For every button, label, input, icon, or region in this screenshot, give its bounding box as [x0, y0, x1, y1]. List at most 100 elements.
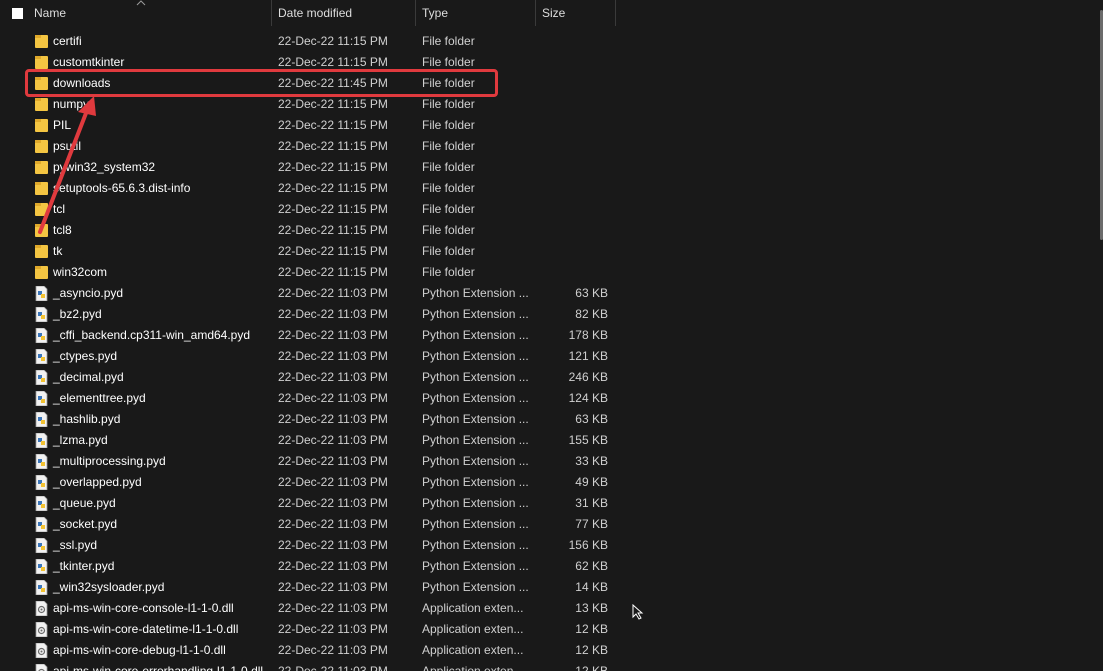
- file-type: Python Extension ...: [422, 475, 529, 489]
- column-divider[interactable]: [615, 0, 616, 26]
- file-name: _tkinter.pyd: [53, 559, 115, 573]
- file-row[interactable]: _lzma.pyd 22-Dec-22 11:03 PM Python Extens…: [0, 430, 1103, 451]
- file-date-modified: 22-Dec-22 11:03 PM: [278, 538, 388, 552]
- file-row[interactable]: psutil 22-Dec-22 11:15 PM File folder: [0, 136, 1103, 157]
- file-type: Application exten...: [422, 664, 524, 671]
- folder-icon: [35, 202, 48, 217]
- file-row[interactable]: api-ms-win-core-errorhandling-l1-1-0.dll…: [0, 661, 1103, 671]
- select-all-checkbox[interactable]: [12, 8, 23, 19]
- file-type: File folder: [422, 160, 475, 174]
- file-name: pywin32_system32: [53, 160, 156, 174]
- file-name: _multiprocessing.pyd: [53, 454, 166, 468]
- file-row[interactable]: _cffi_backend.cp311-win_amd64.pyd 22-Dec-…: [0, 325, 1103, 346]
- file-date-modified: 22-Dec-22 11:03 PM: [278, 601, 388, 615]
- folder-icon: [35, 265, 48, 280]
- file-row[interactable]: tcl8 22-Dec-22 11:15 PM File folder: [0, 220, 1103, 241]
- file-date-modified: 22-Dec-22 11:03 PM: [278, 391, 388, 405]
- file-date-modified: 22-Dec-22 11:03 PM: [278, 496, 388, 510]
- file-date-modified: 22-Dec-22 11:03 PM: [278, 622, 388, 636]
- file-name: psutil: [53, 139, 82, 153]
- file-size: 246 KB: [568, 370, 608, 384]
- python-file-icon: [35, 558, 48, 575]
- file-date-modified: 22-Dec-22 11:15 PM: [278, 244, 388, 258]
- file-date-modified: 22-Dec-22 11:15 PM: [278, 34, 388, 48]
- file-row[interactable]: _queue.pyd 22-Dec-22 11:03 PM Python Exten…: [0, 493, 1103, 514]
- file-type: File folder: [422, 223, 475, 237]
- file-name: _decimal.pyd: [53, 370, 124, 384]
- file-date-modified: 22-Dec-22 11:03 PM: [278, 328, 388, 342]
- file-row[interactable]: PIL 22-Dec-22 11:15 PM File folder: [0, 115, 1103, 136]
- python-file-icon: [35, 579, 48, 596]
- file-row[interactable]: tk 22-Dec-22 11:15 PM File folder: [0, 241, 1103, 262]
- file-row[interactable]: _bz2.pyd 22-Dec-22 11:03 PM Python Extensi…: [0, 304, 1103, 325]
- file-row[interactable]: numpy 22-Dec-22 11:15 PM File folder: [0, 94, 1103, 115]
- python-file-icon: [35, 432, 48, 449]
- file-date-modified: 22-Dec-22 11:03 PM: [278, 664, 388, 671]
- file-size: 82 KB: [575, 307, 608, 321]
- python-file-icon: [35, 474, 48, 491]
- file-date-modified: 22-Dec-22 11:15 PM: [278, 265, 388, 279]
- file-row[interactable]: _multiprocessing.pyd 22-Dec-22 11:03 PM Py…: [0, 451, 1103, 472]
- dll-file-icon: [35, 621, 48, 638]
- file-size: 124 KB: [568, 391, 608, 405]
- file-type: File folder: [422, 202, 475, 216]
- file-row[interactable]: certifi 22-Dec-22 11:15 PM File folder: [0, 31, 1103, 52]
- vertical-scrollbar[interactable]: [1099, 0, 1103, 671]
- file-row[interactable]: _tkinter.pyd 22-Dec-22 11:03 PM Python Ext…: [0, 556, 1103, 577]
- file-row[interactable]: _decimal.pyd 22-Dec-22 11:03 PM Python Ext…: [0, 367, 1103, 388]
- column-header-name[interactable]: Name: [28, 0, 271, 26]
- file-row[interactable]: api-ms-win-core-debug-l1-1-0.dll 22-Dec-2…: [0, 640, 1103, 661]
- file-row[interactable]: pywin32_system32 22-Dec-22 11:15 PM File f…: [0, 157, 1103, 178]
- file-size: 156 KB: [568, 538, 608, 552]
- file-date-modified: 22-Dec-22 11:15 PM: [278, 160, 388, 174]
- file-name: api-ms-win-core-datetime-l1-1-0.dll: [53, 622, 239, 636]
- folder-icon: [35, 34, 48, 49]
- file-row[interactable]: _elementtree.pyd 22-Dec-22 11:03 PM Python…: [0, 388, 1103, 409]
- file-row[interactable]: _overlapped.pyd 22-Dec-22 11:03 PM Python …: [0, 472, 1103, 493]
- dll-file-icon: [35, 663, 48, 671]
- file-type: File folder: [422, 97, 475, 111]
- file-row[interactable]: _ctypes.pyd 22-Dec-22 11:03 PM Python Exte…: [0, 346, 1103, 367]
- file-size: 13 KB: [575, 601, 608, 615]
- folder-icon: [35, 244, 48, 259]
- file-size: 121 KB: [568, 349, 608, 363]
- file-row[interactable]: api-ms-win-core-console-l1-1-0.dll 22-Dec…: [0, 598, 1103, 619]
- file-row[interactable]: _asyncio.pyd 22-Dec-22 11:03 PM Python Ext…: [0, 283, 1103, 304]
- file-name: _ssl.pyd: [53, 538, 98, 552]
- column-header-size[interactable]: Size: [536, 0, 615, 26]
- file-row[interactable]: api-ms-win-core-datetime-l1-1-0.dll 22-De…: [0, 619, 1103, 640]
- python-file-icon: [35, 516, 48, 533]
- folder-icon: [35, 160, 48, 175]
- file-date-modified: 22-Dec-22 11:03 PM: [278, 454, 388, 468]
- file-date-modified: 22-Dec-22 11:03 PM: [278, 580, 388, 594]
- python-file-icon: [35, 285, 48, 302]
- file-type: File folder: [422, 118, 475, 132]
- file-type: Application exten...: [422, 622, 524, 636]
- file-type: Python Extension ...: [422, 370, 529, 384]
- file-row[interactable]: _socket.pyd 22-Dec-22 11:03 PM Python Exte…: [0, 514, 1103, 535]
- file-name: win32com: [53, 265, 108, 279]
- file-size: 62 KB: [575, 559, 608, 573]
- column-header-date-modified[interactable]: Date modified: [272, 0, 415, 26]
- python-file-icon: [35, 369, 48, 386]
- file-date-modified: 22-Dec-22 11:03 PM: [278, 475, 388, 489]
- file-row[interactable]: _hashlib.pyd 22-Dec-22 11:03 PM Python Ext…: [0, 409, 1103, 430]
- file-row[interactable]: setuptools-65.6.3.dist-info 22-Dec-22 11:…: [0, 178, 1103, 199]
- file-size: 12 KB: [575, 622, 608, 636]
- file-name: _asyncio.pyd: [53, 286, 124, 300]
- file-type: File folder: [422, 34, 475, 48]
- folder-icon: [35, 181, 48, 196]
- file-size: 12 KB: [575, 643, 608, 657]
- file-size: 63 KB: [575, 412, 608, 426]
- file-name: _bz2.pyd: [53, 307, 102, 321]
- python-file-icon: [35, 453, 48, 470]
- file-row[interactable]: win32com 22-Dec-22 11:15 PM File folder: [0, 262, 1103, 283]
- file-row[interactable]: _win32sysloader.pyd 22-Dec-22 11:03 PM Pyt…: [0, 577, 1103, 598]
- file-date-modified: 22-Dec-22 11:03 PM: [278, 559, 388, 573]
- file-row[interactable]: tcl 22-Dec-22 11:15 PM File folder: [0, 199, 1103, 220]
- file-date-modified: 22-Dec-22 11:15 PM: [278, 223, 388, 237]
- file-size: 14 KB: [575, 580, 608, 594]
- column-header-type[interactable]: Type: [416, 0, 535, 26]
- python-file-icon: [35, 348, 48, 365]
- file-row[interactable]: _ssl.pyd 22-Dec-22 11:03 PM Python Extensi…: [0, 535, 1103, 556]
